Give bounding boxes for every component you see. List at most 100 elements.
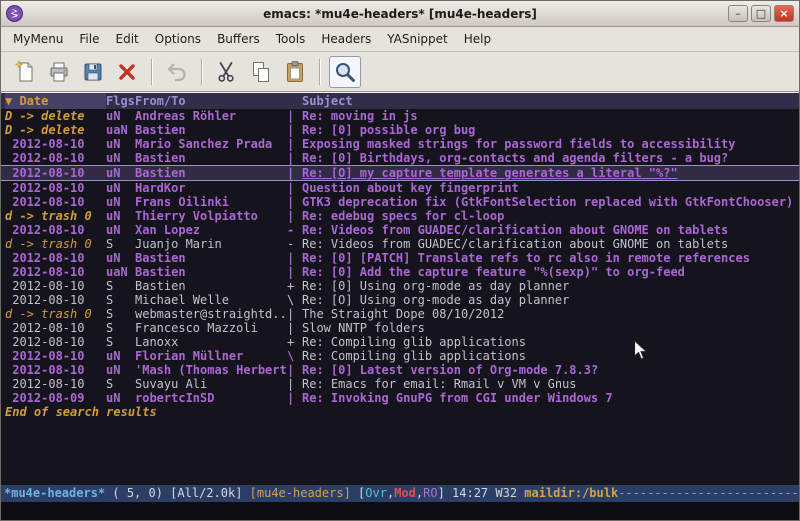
message-row[interactable]: 2012-08-10uN'Mash (Thomas Herbert)|Re: [… [1, 363, 799, 377]
row-from: HardKor [135, 181, 287, 195]
message-row[interactable]: D -> deleteuaNBastien|Re: [0] possible o… [1, 123, 799, 137]
row-from: Bastien [135, 123, 287, 137]
row-subject: Re: Compiling glib applications [302, 335, 799, 349]
column-from[interactable]: From/To [135, 93, 302, 109]
row-thread-marker: - [287, 237, 302, 251]
message-row[interactable]: 2012-08-10SBastien+Re: [0] Using org-mod… [1, 279, 799, 293]
toolbar-new-file-button[interactable] [9, 56, 41, 88]
message-row[interactable]: d -> trash 0Swebmaster@straightd...|The … [1, 307, 799, 321]
toolbar [1, 52, 799, 92]
column-subject[interactable]: Subject [302, 93, 799, 109]
row-from: Bastien [135, 251, 287, 265]
toolbar-undo-button[interactable] [161, 56, 193, 88]
headers-header-line: ▼ Date Flgs From/To Subject [1, 93, 799, 109]
minibuffer[interactable] [1, 502, 799, 520]
row-from: Michael Welle [135, 293, 287, 307]
modeline-plain: ] [438, 485, 445, 502]
toolbar-separator [151, 59, 153, 85]
row-date: D -> delete [5, 123, 106, 137]
buffer[interactable]: ▼ Date Flgs From/To Subject D -> deleteu… [1, 92, 799, 485]
column-flags[interactable]: Flgs [106, 93, 135, 109]
menu-edit[interactable]: Edit [108, 29, 147, 49]
titlebar[interactable]: emacs: *mu4e-headers* [mu4e-headers] –□× [1, 1, 799, 27]
row-from: Lanoxx [135, 335, 287, 349]
message-row[interactable]: 2012-08-10uNHardKor|Question about key f… [1, 181, 799, 195]
message-row[interactable]: 2012-08-09uNrobertcInSD|Re: Invoking Gnu… [1, 391, 799, 405]
toolbar-cut-button[interactable] [211, 56, 243, 88]
undo-icon [165, 60, 189, 84]
row-thread-marker: | [287, 265, 302, 279]
row-thread-marker: + [287, 279, 302, 293]
row-from: Bastien [135, 279, 287, 293]
toolbar-copy-button[interactable] [245, 56, 277, 88]
row-thread-marker: | [287, 251, 302, 265]
row-thread-marker: | [287, 166, 302, 180]
menu-help[interactable]: Help [456, 29, 499, 49]
close-button[interactable]: × [774, 5, 794, 22]
row-flags: uN [106, 109, 135, 123]
row-subject: Re: [0] Birthdays, org-contacts and agen… [302, 151, 799, 165]
toolbar-paste-button[interactable] [279, 56, 311, 88]
row-thread-marker: | [287, 307, 302, 321]
message-row[interactable]: 2012-08-10SMichael Welle\Re: [O] Using o… [1, 293, 799, 307]
row-date: 2012-08-09 [5, 391, 106, 405]
message-row[interactable]: d -> trash 0SJuanjo Marin-Re: Videos fro… [1, 237, 799, 251]
row-subject: Re: Emacs for email: Rmail v VM v Gnus [302, 377, 799, 391]
row-from: Francesco Mazzoli [135, 321, 287, 335]
row-from: Andreas Röhler [135, 109, 287, 123]
row-subject: Re: [0] Add the capture feature "%(sexp)… [302, 265, 799, 279]
maximize-button[interactable]: □ [751, 5, 771, 22]
menu-buffers[interactable]: Buffers [209, 29, 268, 49]
menu-headers[interactable]: Headers [313, 29, 379, 49]
message-row[interactable]: 2012-08-10uNFrans Oilinki|GTK3 deprecati… [1, 195, 799, 209]
row-from: Suvayu Ali [135, 377, 287, 391]
cut-icon [215, 60, 239, 84]
menu-tools[interactable]: Tools [268, 29, 314, 49]
minimize-button[interactable]: – [728, 5, 748, 22]
menu-bar: MyMenuFileEditOptionsBuffersToolsHeaders… [1, 27, 799, 52]
row-thread-marker: \ [287, 349, 302, 363]
sort-column-date[interactable]: ▼ Date [5, 93, 106, 109]
print-icon [47, 60, 71, 84]
row-flags: uN [106, 151, 135, 165]
menu-mymenu[interactable]: MyMenu [5, 29, 71, 49]
menu-file[interactable]: File [71, 29, 107, 49]
message-row[interactable]: 2012-08-10uNBastien|Re: [0] Birthdays, o… [1, 151, 799, 165]
message-row[interactable]: 2012-08-10SSuvayu Ali|Re: Emacs for emai… [1, 377, 799, 391]
row-thread-marker: + [287, 335, 302, 349]
row-date: 2012-08-10 [5, 293, 106, 307]
toolbar-save-button[interactable] [77, 56, 109, 88]
row-date: 2012-08-10 [5, 265, 106, 279]
row-subject: Re: moving in js [302, 109, 799, 123]
row-from: robertcInSD [135, 391, 287, 405]
message-row[interactable]: 2012-08-10uNMario Sanchez Prada|Exposing… [1, 137, 799, 151]
row-thread-marker: | [287, 195, 302, 209]
toolbar-close-button[interactable] [111, 56, 143, 88]
new-file-icon [13, 60, 37, 84]
modeline-plain: ( 5, 0) [All/2.0k] [105, 485, 250, 502]
row-subject: Re: Invoking GnuPG from CGI under Window… [302, 391, 799, 405]
window-title: emacs: *mu4e-headers* [mu4e-headers] [1, 7, 799, 21]
row-subject: Re: [O] my capture template generates a … [302, 166, 799, 180]
message-row[interactable]: d -> trash 0uNThierry Volpiatto|Re: edeb… [1, 209, 799, 223]
message-row[interactable]: 2012-08-10uaNBastien|Re: [0] Add the cap… [1, 265, 799, 279]
row-date: 2012-08-10 [5, 195, 106, 209]
message-row[interactable]: 2012-08-10SLanoxx+Re: Compiling glib app… [1, 335, 799, 349]
message-row[interactable]: 2012-08-10uNXan Lopez-Re: Videos from GU… [1, 223, 799, 237]
row-date: 2012-08-10 [5, 335, 106, 349]
row-thread-marker: | [287, 181, 302, 195]
toolbar-search-button[interactable] [329, 56, 361, 88]
message-row[interactable]: 2012-08-10uNBastien|Re: [O] my capture t… [1, 165, 799, 181]
modeline-ovr: Ovr [365, 485, 387, 502]
message-row[interactable]: 2012-08-10uNBastien|Re: [0] [PATCH] Tran… [1, 251, 799, 265]
toolbar-separator [201, 59, 203, 85]
message-row[interactable]: 2012-08-10SFrancesco Mazzoli|Slow NNTP f… [1, 321, 799, 335]
toolbar-print-button[interactable] [43, 56, 75, 88]
row-thread-marker: | [287, 391, 302, 405]
message-row[interactable]: D -> deleteuNAndreas Röhler|Re: moving i… [1, 109, 799, 123]
row-flags: uN [106, 209, 135, 223]
row-thread-marker: \ [287, 293, 302, 307]
message-row[interactable]: 2012-08-10uNFlorian Müllner\Re: Compilin… [1, 349, 799, 363]
menu-options[interactable]: Options [147, 29, 209, 49]
menu-yasnippet[interactable]: YASnippet [379, 29, 456, 49]
